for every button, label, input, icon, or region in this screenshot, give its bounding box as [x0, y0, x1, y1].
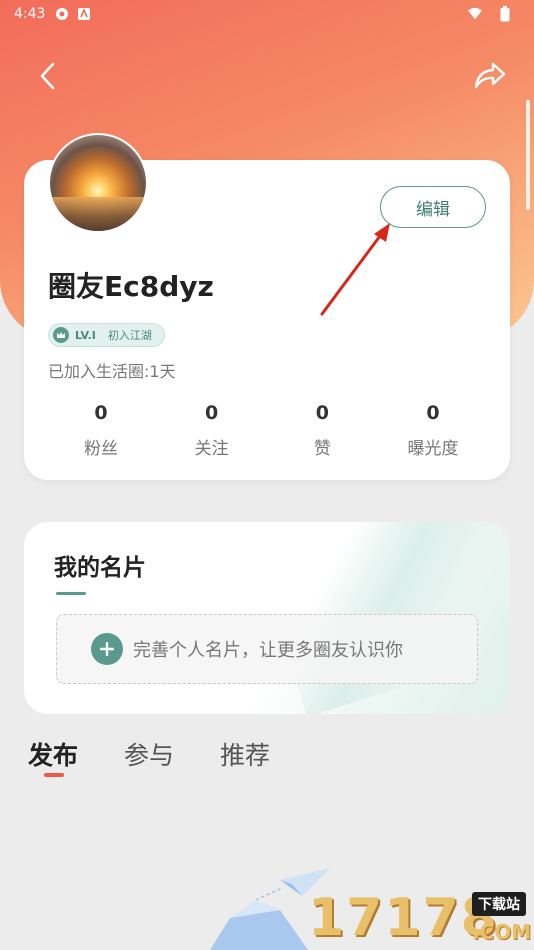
active-tab-indicator	[44, 773, 64, 777]
share-icon	[474, 62, 506, 89]
tab-publish[interactable]: 发布	[28, 736, 78, 772]
username: 圈友Ec8dyz	[48, 270, 214, 303]
share-button[interactable]	[470, 56, 510, 96]
stat-label: 关注	[194, 439, 229, 459]
joined-duration: 已加入生活圈:1天	[48, 362, 176, 381]
stat-exposure[interactable]: 0 曝光度	[378, 400, 488, 459]
tab-recommend[interactable]: 推荐	[220, 736, 270, 772]
stat-value: 0	[94, 402, 108, 424]
battery-icon	[498, 6, 512, 22]
tab-participate[interactable]: 参与	[124, 736, 174, 772]
level-title: 初入江湖	[107, 329, 152, 342]
stat-likes[interactable]: 0 赞	[267, 400, 377, 459]
level-badge[interactable]: LV.I 初入江湖	[48, 323, 165, 347]
complete-card-text: 完善个人名片，让更多圈友认识你	[133, 640, 403, 661]
scrollbar-thumb[interactable]	[526, 100, 530, 210]
text-notification-icon	[77, 7, 91, 21]
stat-fans[interactable]: 0 粉丝	[46, 400, 156, 459]
stats-row: 0 粉丝 0 关注 0 赞 0 曝光度	[48, 400, 488, 459]
level-code: LV.I	[75, 328, 96, 342]
back-button[interactable]	[28, 56, 68, 96]
stat-label: 赞	[313, 439, 331, 459]
watermark-brand: 17178	[308, 888, 499, 948]
avatar[interactable]	[48, 133, 148, 233]
app-notification-icon	[55, 7, 69, 21]
business-card-title: 我的名片	[54, 555, 146, 581]
avatar-horizon	[50, 197, 146, 231]
stat-value: 0	[315, 402, 329, 424]
stat-following[interactable]: 0 关注	[157, 400, 267, 459]
complete-card-button[interactable]: 完善个人名片，让更多圈友认识你	[56, 614, 478, 684]
plus-icon	[91, 633, 123, 665]
stat-label: 曝光度	[407, 439, 459, 459]
title-underline	[56, 592, 86, 595]
wifi-icon	[468, 7, 482, 21]
status-time: 4:43	[14, 6, 46, 22]
stat-value: 0	[205, 402, 219, 424]
stat-label: 粉丝	[84, 439, 118, 459]
stat-value: 0	[426, 402, 440, 424]
watermark-site: 下载站	[472, 892, 526, 916]
status-bar: 4:43	[0, 0, 534, 28]
content-tabs: 发布 参与 推荐	[28, 736, 270, 772]
watermark-suffix: .COM	[472, 920, 532, 944]
annotation-arrow-icon	[320, 223, 390, 316]
chevron-left-icon	[40, 62, 55, 90]
crown-icon	[53, 327, 69, 343]
